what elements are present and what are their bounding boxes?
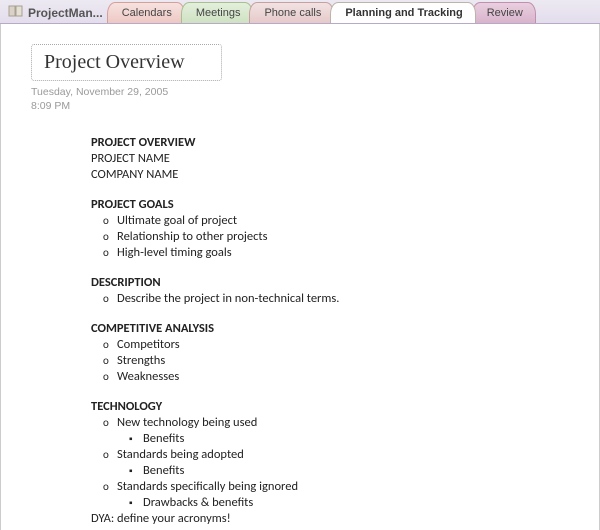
list-item: New technology being used xyxy=(91,415,599,431)
list-subitem: Benefits xyxy=(91,431,599,447)
list-subitem: Drawbacks & benefits xyxy=(91,495,599,511)
list-item: Ultimate goal of project xyxy=(91,213,599,229)
page-time: 8:09 PM xyxy=(31,99,599,113)
tab-planning-and-tracking[interactable]: Planning and Tracking xyxy=(330,2,475,23)
list-item: Relationship to other projects xyxy=(91,229,599,245)
note-body[interactable]: PROJECT OVERVIEW PROJECT NAME COMPANY NA… xyxy=(31,135,599,527)
section-tab-bar: ProjectMan... Calendars Meetings Phone c… xyxy=(0,0,600,24)
tab-review[interactable]: Review xyxy=(472,2,536,23)
heading-description: DESCRIPTION xyxy=(91,275,599,291)
list-item: High-level timing goals xyxy=(91,245,599,261)
line-acronym-note: DYA: define your acronyms! xyxy=(91,511,599,527)
page-meta: Tuesday, November 29, 2005 8:09 PM xyxy=(31,85,599,113)
page-date: Tuesday, November 29, 2005 xyxy=(31,85,599,99)
heading-project-goals: PROJECT GOALS xyxy=(91,197,599,213)
heading-competitive-analysis: COMPETITIVE ANALYSIS xyxy=(91,321,599,337)
list-item: Strengths xyxy=(91,353,599,369)
heading-project-overview: PROJECT OVERVIEW xyxy=(91,135,599,151)
tab-meetings[interactable]: Meetings xyxy=(181,2,254,23)
list-item: Describe the project in non-technical te… xyxy=(91,291,599,307)
tab-label: Planning and Tracking xyxy=(345,7,462,19)
list-item: Competitors xyxy=(91,337,599,353)
tab-label: Meetings xyxy=(196,7,241,19)
line-project-name: PROJECT NAME xyxy=(91,151,599,167)
list-subitem: Benefits xyxy=(91,463,599,479)
tab-phonecalls[interactable]: Phone calls xyxy=(249,2,334,23)
tab-calendars[interactable]: Calendars xyxy=(107,2,185,23)
page-title[interactable]: Project Overview xyxy=(31,44,222,81)
note-page[interactable]: Project Overview Tuesday, November 29, 2… xyxy=(0,24,600,530)
tab-label: Phone calls xyxy=(264,7,321,19)
list-item: Weaknesses xyxy=(91,369,599,385)
list-item: Standards specifically being ignored xyxy=(91,479,599,495)
onenote-window: ProjectMan... Calendars Meetings Phone c… xyxy=(0,0,600,530)
tab-label: Calendars xyxy=(122,7,172,19)
notebook-label: ProjectMan... xyxy=(28,6,103,20)
tab-label: Review xyxy=(487,7,523,19)
list-item: Standards being adopted xyxy=(91,447,599,463)
line-company-name: COMPANY NAME xyxy=(91,167,599,183)
notebook-selector[interactable]: ProjectMan... xyxy=(4,2,111,23)
notebook-icon xyxy=(8,4,24,21)
heading-technology: TECHNOLOGY xyxy=(91,399,599,415)
